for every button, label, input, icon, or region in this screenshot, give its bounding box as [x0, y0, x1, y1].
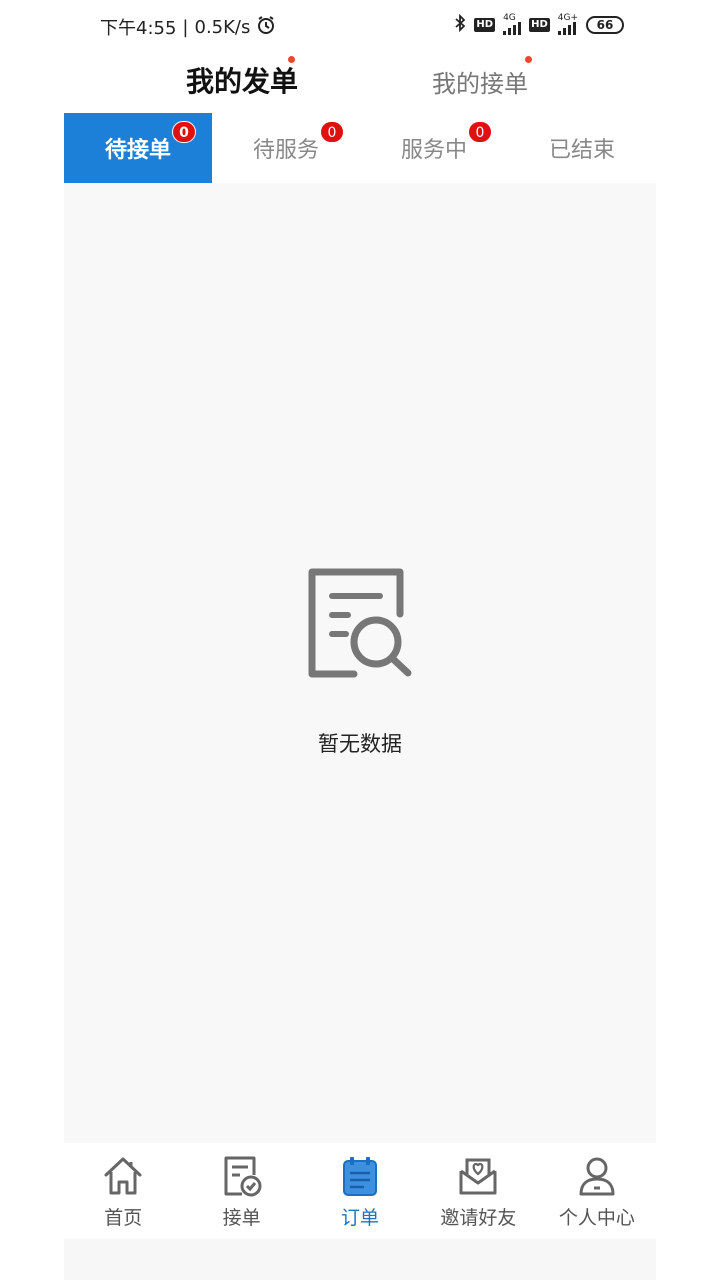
count-badge: 0 — [172, 121, 196, 143]
signal-1: 4G — [503, 13, 522, 35]
nav-profile[interactable]: 个人中心 — [538, 1143, 656, 1239]
home-icon — [103, 1155, 143, 1197]
tab-label: 待服务 — [252, 138, 319, 163]
top-tabs: 我的发单 我的接单 — [64, 52, 656, 112]
nav-orders[interactable]: 订单 — [301, 1143, 419, 1239]
signal-bars-icon — [557, 22, 576, 35]
order-list: 暂无数据 — [64, 183, 656, 1143]
signal-2: 4G+ — [557, 14, 578, 35]
notification-dot — [525, 56, 532, 63]
bluetooth-icon — [454, 13, 466, 35]
nav-label: 首页 — [104, 1207, 143, 1229]
battery-icon: 66 — [586, 15, 624, 34]
invite-mail-heart-icon — [458, 1155, 498, 1197]
nav-label: 个人中心 — [558, 1207, 635, 1229]
hd-badge: HD — [529, 17, 550, 32]
nav-home[interactable]: 首页 — [64, 1143, 182, 1239]
bottom-nav: 首页 接单 订单 邀请好友 个人中心 — [64, 1143, 656, 1239]
nav-invite-friends[interactable]: 邀请好友 — [419, 1143, 537, 1239]
nav-label: 订单 — [341, 1207, 380, 1229]
nav-label: 接单 — [222, 1207, 261, 1229]
status-tabs: 待接单 0 待服务 0 服务中 0 已结束 — [64, 113, 656, 183]
tab-label: 已结束 — [548, 138, 615, 163]
status-left: 下午4:55 | 0.5K/s — [100, 14, 276, 40]
user-icon — [577, 1155, 617, 1197]
status-separator: | — [182, 16, 189, 38]
document-check-icon — [222, 1155, 262, 1197]
empty-state-text: 暂无数据 — [318, 732, 402, 756]
tab-label: 待接单 — [104, 138, 171, 163]
notepad-icon — [340, 1155, 380, 1197]
bottom-spacer — [64, 1239, 656, 1280]
count-badge: 0 — [468, 121, 492, 143]
nav-accept-orders[interactable]: 接单 — [182, 1143, 300, 1239]
tab-waiting-accept[interactable]: 待接单 0 — [64, 113, 212, 183]
tab-waiting-service[interactable]: 待服务 0 — [212, 113, 360, 183]
nav-label: 邀请好友 — [440, 1207, 517, 1229]
tab-finished[interactable]: 已结束 — [508, 113, 656, 183]
alarm-icon — [256, 15, 276, 40]
hd-badge: HD — [474, 17, 496, 32]
network-type-label: 4G — [503, 13, 516, 23]
tab-in-service[interactable]: 服务中 0 — [360, 113, 508, 183]
status-right: HD 4G HD 4G+ 66 — [454, 14, 624, 35]
signal-bars-icon — [503, 22, 522, 35]
tab-label: 服务中 — [400, 138, 467, 163]
count-badge: 0 — [320, 121, 344, 143]
status-bar: 下午4:55 | 0.5K/s HD 4G HD 4G+ 66 — [0, 0, 720, 52]
status-time: 下午4:55 — [100, 18, 177, 39]
notification-dot — [288, 56, 295, 63]
status-speed: 0.5K/s — [194, 16, 251, 38]
tab-my-received-orders[interactable]: 我的接单 — [432, 64, 528, 99]
document-search-icon — [306, 568, 414, 678]
tab-my-sent-orders[interactable]: 我的发单 — [186, 60, 298, 100]
